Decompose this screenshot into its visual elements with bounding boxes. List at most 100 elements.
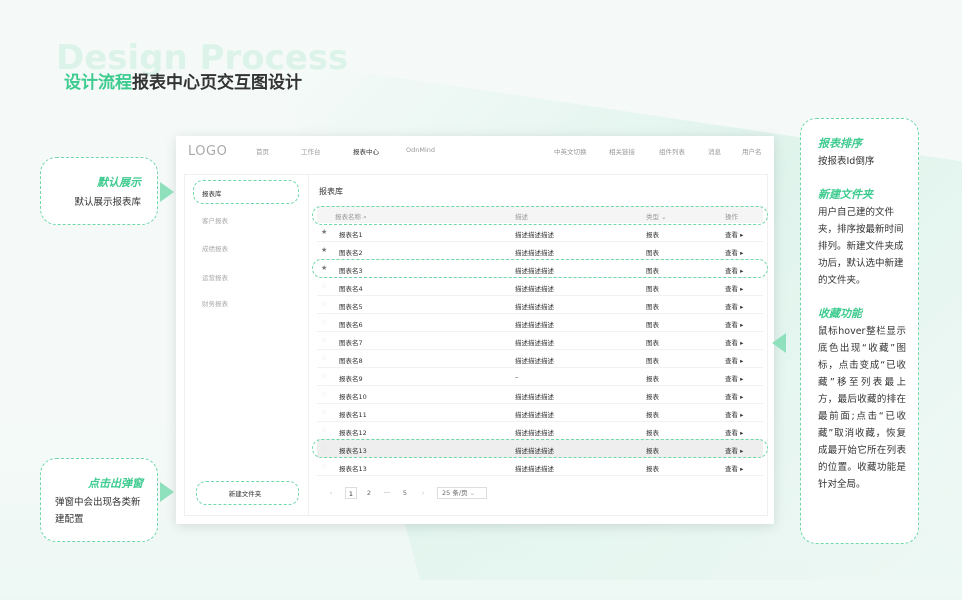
page-1[interactable]: 1 [345, 487, 357, 499]
top-navbar: LOGO 首页 工作台 报表中心 OdnMind 中英文切换 相关链接 组件列表… [176, 136, 774, 166]
cell-desc: 描述描述描述 [515, 357, 554, 365]
view-link[interactable]: 查看 ▸ [725, 337, 743, 347]
callout-default: 默认展示 默认展示报表库 [40, 157, 158, 225]
arrow-left-icon [772, 333, 786, 353]
callout-fav-title: 收藏功能 [818, 307, 862, 320]
sidebar-item-finance[interactable]: 财务报表 [202, 298, 228, 308]
star-outline-icon[interactable]: ☆ [321, 426, 327, 434]
cell-name: 图表名7 [339, 339, 363, 347]
nav-item-home[interactable]: 首页 [256, 146, 269, 156]
cell-type: 报表 [646, 393, 659, 401]
table-row[interactable]: ☆ 图表名6 描述描述描述 图表 查看 ▸ [317, 314, 763, 332]
star-outline-icon[interactable]: ☆ [321, 354, 327, 362]
page-2[interactable]: 2 [363, 487, 375, 499]
table-row[interactable]: ☆ 图表名7 描述描述描述 图表 查看 ▸ [317, 332, 763, 350]
callout-sort-title: 报表排序 [818, 137, 862, 150]
page-size-select[interactable]: 25 条/页 ⌄ [437, 487, 487, 499]
view-link[interactable]: 查看 ▸ [725, 355, 743, 365]
arrow-right-icon [160, 182, 174, 202]
cell-type: 图表 [646, 303, 659, 311]
star-outline-icon[interactable]: ☆ [321, 408, 327, 416]
nav-item-odnmind[interactable]: OdnMind [406, 146, 435, 154]
table-row[interactable]: ☆ 图表名5 描述描述描述 图表 查看 ▸ [317, 296, 763, 314]
table-row[interactable]: ☆ 报表名12 描述描述描述 报表 查看 ▸ [317, 422, 763, 440]
cell-type: 图表 [646, 285, 659, 293]
cell-desc: 描述描述描述 [515, 231, 554, 239]
star-outline-icon[interactable]: ☆ [321, 300, 327, 308]
star-outline-icon[interactable]: ☆ [321, 282, 327, 290]
star-filled-icon[interactable]: ★ [321, 246, 327, 254]
cell-desc: 描述描述描述 [515, 249, 554, 257]
view-link[interactable]: 查看 ▸ [725, 373, 743, 383]
cell-name: 报表名1 [339, 231, 363, 239]
cell-desc: 描述描述描述 [515, 285, 554, 293]
star-outline-icon[interactable]: ☆ [321, 462, 327, 470]
cell-type: 报表 [646, 411, 659, 419]
star-outline-icon[interactable]: ☆ [321, 336, 327, 344]
arrow-right-icon [160, 482, 174, 502]
cell-desc: 描述描述描述 [515, 411, 554, 419]
page-title: 设计流程报表中心页交互图设计 [64, 68, 302, 93]
view-link[interactable]: 查看 ▸ [725, 319, 743, 329]
star-filled-icon[interactable]: ★ [321, 228, 327, 236]
cell-name: 报表名13 [339, 465, 367, 473]
page-size-label: 25 条/页 [442, 489, 468, 497]
cell-type: 报表 [646, 375, 659, 383]
nav-item-links[interactable]: 相关链接 [609, 146, 635, 156]
view-link[interactable]: 查看 ▸ [725, 283, 743, 293]
cell-name: 图表名5 [339, 303, 363, 311]
page-title-accent: 设计流程 [64, 73, 132, 93]
star-outline-icon[interactable]: ☆ [321, 390, 327, 398]
sidebar-item-customer[interactable]: 客户报表 [202, 215, 228, 225]
content-area: 报表库 客户报表 成绩报表 运营报表 财务报表 新建文件夹 报表库 报表名称 ⌕… [184, 174, 768, 516]
nav-item-report-center[interactable]: 报表中心 [353, 146, 379, 156]
nav-item-username[interactable]: 用户名 [742, 146, 762, 156]
table-row[interactable]: ☆ 图表名8 描述描述描述 图表 查看 ▸ [317, 350, 763, 368]
table-row[interactable]: ☆ 报表名10 描述描述描述 报表 查看 ▸ [317, 386, 763, 404]
sidebar-item-operations[interactable]: 运营报表 [202, 272, 228, 282]
next-page-icon[interactable]: › [417, 487, 429, 499]
table-row[interactable]: ★ 图表名2 描述描述描述 图表 查看 ▸ [317, 242, 763, 260]
nav-item-workbench[interactable]: 工作台 [301, 146, 321, 156]
view-link[interactable]: 查看 ▸ [725, 391, 743, 401]
cell-name: 图表名2 [339, 249, 363, 257]
sidebar-item-grades[interactable]: 成绩报表 [202, 243, 228, 253]
view-link[interactable]: 查看 ▸ [725, 427, 743, 437]
cell-type: 报表 [646, 429, 659, 437]
nav-item-language[interactable]: 中英文切换 [554, 146, 587, 156]
table-row[interactable]: ☆ 报表名11 描述描述描述 报表 查看 ▸ [317, 404, 763, 422]
nav-item-messages[interactable]: 消息 [708, 146, 721, 156]
cell-name: 图表名6 [339, 321, 363, 329]
highlight-new-folder [196, 481, 299, 505]
view-link[interactable]: 查看 ▸ [725, 229, 743, 239]
nav-item-components[interactable]: 组件列表 [659, 146, 685, 156]
highlight-report-lib [193, 180, 299, 204]
callout-folder-title: 新建文件夹 [818, 188, 873, 201]
star-outline-icon[interactable]: ☆ [321, 372, 327, 380]
star-outline-icon[interactable]: ☆ [321, 318, 327, 326]
page-ellipsis[interactable]: ··· [381, 487, 393, 499]
cell-name: 图表名4 [339, 285, 363, 293]
chevron-down-icon: ⌄ [469, 489, 476, 497]
callout-fav-text: 鼠标hover整栏显示底色出现“收藏”图标，点击变成“已收藏”移至列表最上方，最… [818, 326, 906, 490]
highlight-table-header [312, 206, 768, 225]
cell-desc: – [515, 373, 519, 381]
prev-page-icon[interactable]: ‹ [325, 487, 337, 499]
cell-desc: 描述描述描述 [515, 303, 554, 311]
cell-type: 报表 [646, 231, 659, 239]
view-link[interactable]: 查看 ▸ [725, 247, 743, 257]
cell-name: 报表名12 [339, 429, 367, 437]
table-row[interactable]: ☆ 报表名13 描述描述描述 报表 查看 ▸ [317, 458, 763, 476]
cell-name: 图表名8 [339, 357, 363, 365]
table-row[interactable]: ★ 报表名1 描述描述描述 报表 查看 ▸ [317, 224, 763, 242]
table-row[interactable]: ☆ 图表名4 描述描述描述 图表 查看 ▸ [317, 278, 763, 296]
view-link[interactable]: 查看 ▸ [725, 463, 743, 473]
table-row[interactable]: ☆ 报表名9 – 报表 查看 ▸ [317, 368, 763, 386]
view-link[interactable]: 查看 ▸ [725, 301, 743, 311]
cell-type: 图表 [646, 249, 659, 257]
cell-desc: 描述描述描述 [515, 429, 554, 437]
sidebar: 报表库 客户报表 成绩报表 运营报表 财务报表 新建文件夹 [185, 175, 309, 515]
callout-default-title: 默认展示 [97, 176, 141, 189]
page-5[interactable]: 5 [399, 487, 411, 499]
view-link[interactable]: 查看 ▸ [725, 409, 743, 419]
